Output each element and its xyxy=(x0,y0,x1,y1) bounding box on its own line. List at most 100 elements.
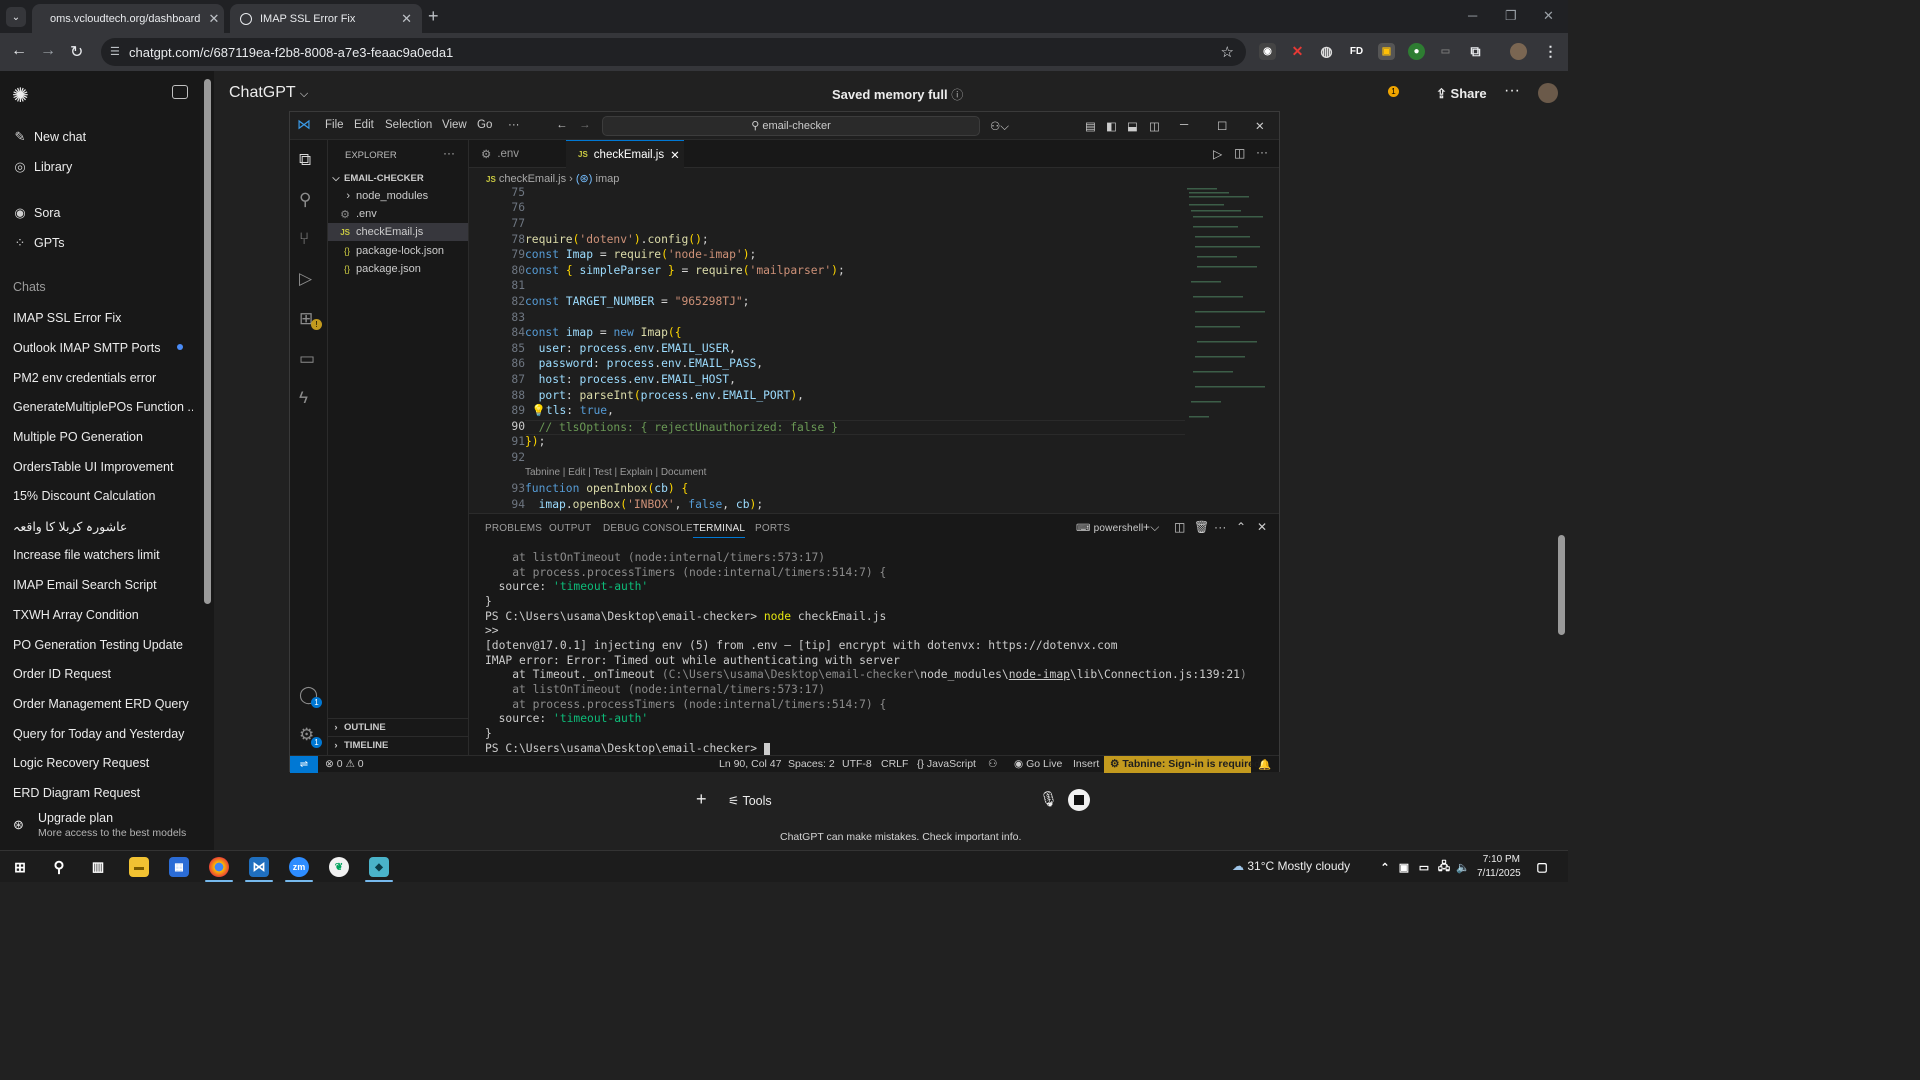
panel-more-icon[interactable]: ··· xyxy=(1214,520,1227,534)
chat-item[interactable]: 15% Discount Calculation xyxy=(13,489,193,503)
breadcrumb-symbol[interactable]: imap xyxy=(596,173,620,185)
back-icon[interactable]: ← xyxy=(11,42,27,60)
chat-item[interactable]: IMAP Email Search Script xyxy=(13,578,193,592)
extension-x-icon[interactable]: ✕ xyxy=(1289,43,1306,60)
panel-tab-problems[interactable]: PROBLEMS xyxy=(485,523,542,534)
forward-icon[interactable]: → xyxy=(40,42,56,60)
language-mode[interactable]: {} JavaScript xyxy=(917,758,976,770)
toggle-secondary-sidebar-icon[interactable]: ◫ xyxy=(1149,119,1160,133)
sidebar-scrollbar[interactable] xyxy=(204,79,211,604)
command-center-search[interactable]: ⚲ email-checker xyxy=(602,116,980,136)
terminal-prompt[interactable]: PS C:\Users\usama\Desktop\email-checker> xyxy=(485,742,770,755)
nav-forward-icon[interactable]: → xyxy=(579,119,591,131)
windows-search-icon[interactable]: ⚲ xyxy=(49,857,69,877)
sidebar-item-gpts[interactable]: ⁘ GPTs xyxy=(13,235,65,251)
chat-item[interactable]: GenerateMultiplePOs Function ... xyxy=(13,400,193,414)
split-editor-icon[interactable]: ◫ xyxy=(1234,146,1245,160)
notifications-icon[interactable]: ▢ xyxy=(1532,857,1552,877)
indentation[interactable]: Spaces: 2 xyxy=(788,758,835,770)
minimize-icon[interactable]: ─ xyxy=(1468,8,1477,23)
bookmark-star-icon[interactable]: ☆ xyxy=(1221,43,1234,61)
explorer-icon[interactable]: ⧉ xyxy=(299,150,311,170)
file-env[interactable]: ⚙ .env xyxy=(328,205,468,223)
file-package-lock[interactable]: {} package-lock.json xyxy=(328,242,468,260)
restore-icon[interactable]: ❐ xyxy=(1505,8,1517,24)
close-tab-icon[interactable]: ✕ xyxy=(208,11,219,27)
project-folder[interactable]: ⌵ EMAIL-CHECKER xyxy=(328,169,468,187)
remote-indicator-icon[interactable]: ⇌ xyxy=(290,756,318,773)
encoding[interactable]: UTF-8 xyxy=(842,758,872,770)
tab-search-button[interactable]: ⌄ xyxy=(6,7,26,27)
volume-icon[interactable]: 🔈 xyxy=(1453,857,1473,877)
outline-section[interactable]: › OUTLINE xyxy=(328,718,468,736)
remote-explorer-icon[interactable]: ▭ xyxy=(299,349,315,369)
run-icon[interactable]: ▷ xyxy=(1213,147,1222,161)
chat-item[interactable]: Increase file watchers limit xyxy=(13,548,193,562)
share-button[interactable]: ⇪ Share xyxy=(1436,86,1487,102)
chat-item[interactable]: عاشورہ کربلا کا واقعہ xyxy=(13,519,193,534)
more-options-icon[interactable]: ··· xyxy=(1504,82,1520,100)
terminal-shell-selector[interactable]: ⌨ powershell xyxy=(1076,523,1143,534)
task-view-icon[interactable]: ▥ xyxy=(88,857,108,877)
chrome-icon[interactable] xyxy=(209,857,229,877)
user-avatar[interactable] xyxy=(1538,83,1558,103)
site-info-icon[interactable]: ☰ xyxy=(110,45,120,58)
add-attachment-button[interactable]: + xyxy=(696,789,707,810)
toggle-sidebar-icon[interactable]: ◧ xyxy=(1106,119,1117,133)
panel-tab-terminal[interactable]: TERMINAL xyxy=(693,523,746,538)
sidebar-toggle-icon[interactable] xyxy=(172,85,188,99)
insert-mode[interactable]: Insert xyxy=(1073,758,1099,770)
openai-logo-icon[interactable]: ✺ xyxy=(12,83,29,108)
browser-tab-oms[interactable]: oms.vcloudtech.org/dashboard ✕ xyxy=(32,4,224,33)
tray-app-icon[interactable]: ▣ xyxy=(1394,857,1414,877)
go-live-button[interactable]: ◉ Go Live xyxy=(1014,758,1062,770)
menu-more[interactable]: ··· xyxy=(508,119,520,131)
copilot-icon[interactable]: ⚇⌵ xyxy=(990,119,1009,134)
extension-fd-icon[interactable]: FD xyxy=(1348,43,1365,60)
chat-item[interactable]: Query for Today and Yesterday xyxy=(13,727,193,741)
menu-selection[interactable]: Selection xyxy=(385,119,432,131)
browser-menu-icon[interactable]: ⋮ xyxy=(1542,43,1559,60)
run-debug-icon[interactable]: ▷ xyxy=(299,269,312,289)
tab-env[interactable]: ⚙ .env xyxy=(469,140,565,168)
memory-notice[interactable]: Saved memory full ⓘ xyxy=(832,86,963,103)
panel-tab-ports[interactable]: PORTS xyxy=(755,523,790,534)
timeline-section[interactable]: › TIMELINE xyxy=(328,736,468,754)
extension-green-icon[interactable]: ● xyxy=(1408,43,1425,60)
file-checkemail[interactable]: JS checkEmail.js xyxy=(328,223,468,241)
battery-icon[interactable]: ▭ xyxy=(1414,857,1434,877)
close-tab-icon[interactable]: ✕ xyxy=(670,148,680,162)
vscode-taskbar-icon[interactable]: ⋈ xyxy=(249,857,269,877)
reload-icon[interactable]: ↻ xyxy=(70,42,83,62)
address-bar[interactable]: ☰ chatgpt.com/c/687119ea-f2b8-8008-a7e3-… xyxy=(101,38,1246,66)
new-terminal-icon[interactable]: +⌵ xyxy=(1143,520,1160,535)
menu-file[interactable]: File xyxy=(325,119,344,131)
store-icon[interactable]: ▦ xyxy=(169,857,189,877)
tab-checkemail[interactable]: JS checkEmail.js ✕ xyxy=(566,140,684,168)
panel-tab-output[interactable]: OUTPUT xyxy=(549,523,591,534)
profile-avatar[interactable] xyxy=(1510,43,1527,60)
chat-item[interactable]: PM2 env credentials error xyxy=(13,371,193,385)
chat-item[interactable]: TXWH Array Condition xyxy=(13,608,193,622)
extension-badge-icon[interactable]: ▣ xyxy=(1378,43,1395,60)
maximize-panel-icon[interactable]: ⌃ xyxy=(1236,520,1246,534)
copilot-status-icon[interactable]: ⚇ xyxy=(988,758,997,770)
weather-widget[interactable]: ☁ 31°C Mostly cloudy xyxy=(1232,859,1350,873)
chat-item[interactable]: Outlook IMAP SMTP Ports xyxy=(13,341,193,355)
chat-item[interactable]: OrdersTable UI Improvement xyxy=(13,460,193,474)
trash-icon[interactable]: 🗑 xyxy=(1194,520,1209,534)
extensions-puzzle-icon[interactable]: ⧉ xyxy=(1467,43,1484,60)
layout-customize-icon[interactable]: ▤ xyxy=(1085,119,1096,133)
stop-generating-button[interactable] xyxy=(1068,789,1090,811)
tools-button[interactable]: ⚟ Tools xyxy=(728,793,772,808)
line-ending[interactable]: CRLF xyxy=(881,758,908,770)
chat-item[interactable]: ERD Diagram Request xyxy=(13,786,193,800)
new-tab-button[interactable]: + xyxy=(428,6,439,27)
extension-glasses-icon[interactable]: ◉ xyxy=(1259,43,1276,60)
zoom-icon[interactable]: zm xyxy=(289,857,309,877)
minimap[interactable] xyxy=(1185,186,1279,511)
explorer-more-icon[interactable]: ··· xyxy=(443,146,455,160)
network-icon[interactable]: 🖧 xyxy=(1434,857,1454,877)
windows-start-icon[interactable]: ⊞ xyxy=(10,857,30,877)
chat-item[interactable]: Order Management ERD Query xyxy=(13,697,193,711)
